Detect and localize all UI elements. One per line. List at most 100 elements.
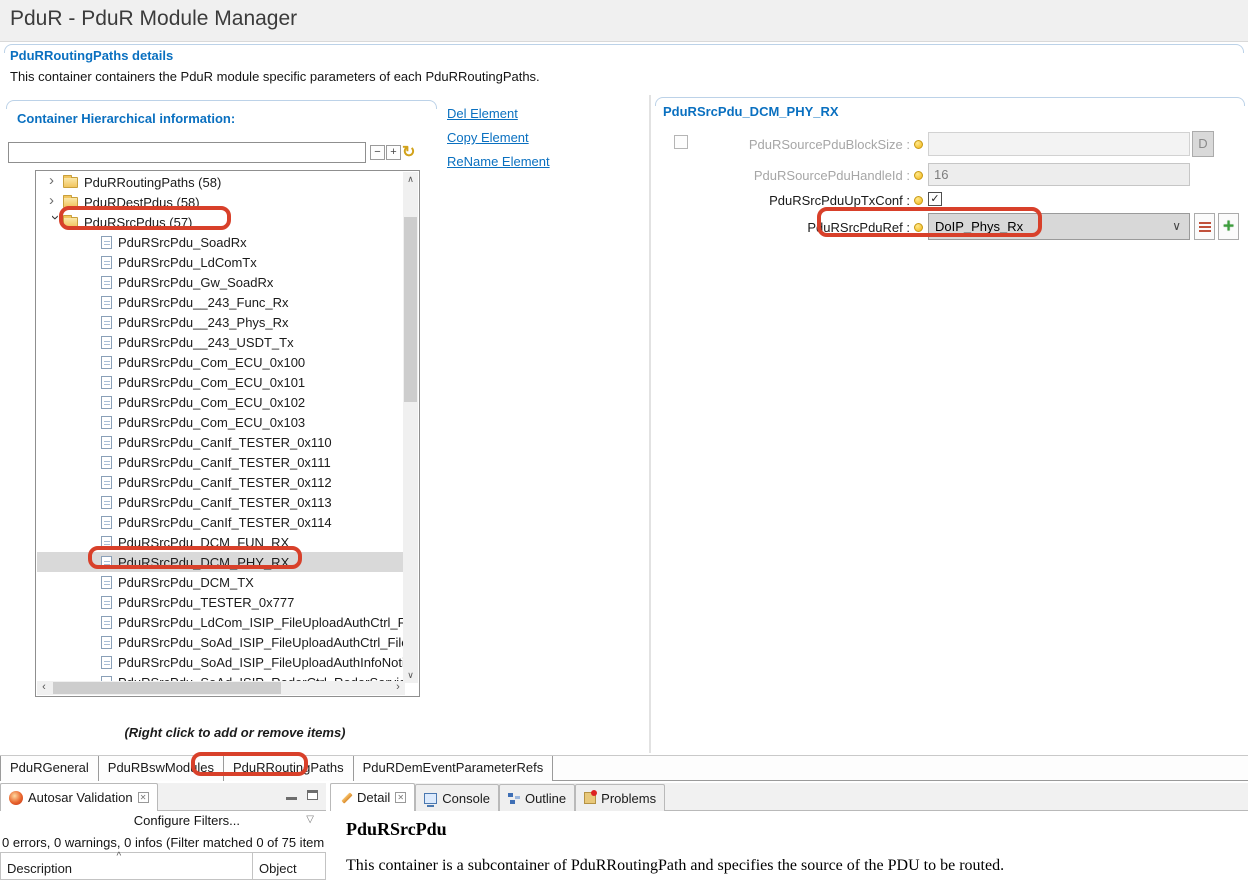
column-header-description[interactable]: ^ Description	[0, 852, 252, 880]
column-header-object[interactable]: Object	[252, 852, 326, 880]
file-icon	[101, 536, 112, 549]
tree-item[interactable]: ›PduRRoutingPaths (58)	[37, 172, 404, 192]
expand-all-icon[interactable]: +	[386, 145, 401, 160]
chevron-right-icon[interactable]: ›	[49, 195, 61, 207]
tree: ›PduRRoutingPaths (58)›PduRDestPdus (58)…	[37, 172, 404, 683]
tree-vertical-scrollbar[interactable]: ∧ ∨	[403, 172, 418, 683]
tab-problems[interactable]: Problems	[575, 784, 665, 812]
tree-item-label: PduRSrcPdu_CanIf_TESTER_0x114	[118, 515, 332, 530]
tree-item-label: PduRSrcPdu_SoadRx	[118, 235, 247, 250]
tab-console[interactable]: Console	[415, 784, 499, 812]
file-icon	[101, 256, 112, 269]
tree-item[interactable]: PduRSrcPdu_Com_ECU_0x103	[37, 412, 404, 432]
browse-list-button[interactable]	[1194, 213, 1215, 240]
tree-item[interactable]: ›PduRDestPdus (58)	[37, 192, 404, 212]
tree-item[interactable]: PduRSrcPdu_SoAd_ISIP_FileUploadAuthCtrl_…	[37, 632, 404, 652]
link-rename-element[interactable]: ReName Element	[447, 154, 550, 169]
problems-icon	[584, 792, 596, 804]
file-icon	[101, 436, 112, 449]
tab-pdurdemeventparameterrefs[interactable]: PduRDemEventParameterRefs	[354, 756, 554, 781]
file-icon	[101, 296, 112, 309]
chevron-down-icon[interactable]: ∨	[1172, 214, 1181, 239]
tree-item[interactable]: PduRSrcPdu_Gw_SoadRx	[37, 272, 404, 292]
detail-content: PduRSrcPdu This container is a subcontai…	[330, 811, 1248, 880]
tab-pdurbswmodules[interactable]: PduRBswModules	[99, 756, 224, 781]
validation-table-header: ^ Description Object	[0, 852, 326, 880]
tree-item[interactable]: PduRSrcPdu_LdCom_ISIP_FileUploadAuthCtrl…	[37, 612, 404, 632]
details-section-description: This container containers the PduR modul…	[10, 69, 540, 84]
tree-item-label: PduRSrcPdu_DCM_FUN_RX	[118, 535, 289, 550]
tab-outline[interactable]: Outline	[499, 784, 575, 812]
tree-item[interactable]: PduRSrcPdu__243_Func_Rx	[37, 292, 404, 312]
configure-filters-button[interactable]: Configure Filters...	[134, 813, 240, 828]
tab-pdurroutingpaths[interactable]: PduRRoutingPaths	[224, 756, 354, 781]
link-copy-element[interactable]: Copy Element	[447, 130, 550, 145]
tree-horizontal-scrollbar[interactable]: ‹ ›	[37, 681, 405, 695]
tree-item[interactable]: PduRSrcPdu__243_Phys_Rx	[37, 312, 404, 332]
file-icon	[101, 356, 112, 369]
validation-toolbar: Configure Filters... ▽	[0, 813, 326, 833]
file-icon	[101, 496, 112, 509]
container-section-border	[6, 100, 437, 109]
chevron-down-icon[interactable]: ›	[49, 215, 61, 227]
srcpduref-combobox[interactable]: DoIP_Phys_Rx ∨	[928, 213, 1190, 240]
folder-icon	[63, 217, 78, 228]
validation-panel: Autosar Validation ✕ Configure Filters..…	[0, 783, 326, 880]
collapse-all-icon[interactable]: −	[370, 145, 385, 160]
tree-item[interactable]: PduRSrcPdu_CanIf_TESTER_0x110	[37, 432, 404, 452]
tree-item[interactable]: PduRSrcPdu_CanIf_TESTER_0x113	[37, 492, 404, 512]
tree-item[interactable]: PduRSrcPdu_SoadRx	[37, 232, 404, 252]
scroll-left-icon[interactable]: ‹	[37, 681, 51, 695]
tree-item[interactable]: PduRSrcPdu_SoAd_ISIP_FileUploadAuthInfoN…	[37, 652, 404, 672]
tree-item[interactable]: PduRSrcPdu_DCM_TX	[37, 572, 404, 592]
tree-filter-input[interactable]	[8, 142, 366, 163]
file-icon	[101, 456, 112, 469]
close-icon[interactable]: ✕	[395, 792, 406, 803]
blocksize-input[interactable]	[928, 132, 1190, 156]
default-button[interactable]: D	[1192, 131, 1214, 157]
maximize-icon[interactable]	[307, 790, 318, 800]
tree-item[interactable]: PduRSrcPdu_DCM_PHY_RX	[37, 552, 404, 572]
tree-item[interactable]: PduRSrcPdu_Com_ECU_0x102	[37, 392, 404, 412]
scroll-down-icon[interactable]: ∨	[403, 668, 418, 683]
tree-item[interactable]: ›PduRSrcPdus (57)	[37, 212, 404, 232]
file-icon	[101, 376, 112, 389]
tree-item[interactable]: PduRSrcPdu_Com_ECU_0x101	[37, 372, 404, 392]
plus-icon: +	[1223, 216, 1234, 237]
scroll-up-icon[interactable]: ∧	[403, 172, 418, 187]
tree-item-label: PduRSrcPdu_TESTER_0x777	[118, 595, 294, 610]
tree-item[interactable]: PduRSrcPdu_TESTER_0x777	[37, 592, 404, 612]
tab-autosar-validation[interactable]: Autosar Validation ✕	[0, 783, 158, 811]
refresh-icon[interactable]: ↻	[402, 142, 415, 162]
tree-item[interactable]: PduRSrcPdu_Com_ECU_0x100	[37, 352, 404, 372]
list-icon	[1199, 222, 1211, 232]
handleid-input[interactable]	[928, 163, 1190, 186]
scroll-right-icon[interactable]: ›	[391, 681, 405, 695]
vertical-scroll-thumb[interactable]	[404, 217, 417, 402]
tree-item[interactable]: PduRSrcPdu_CanIf_TESTER_0x111	[37, 452, 404, 472]
add-reference-button[interactable]: +	[1218, 213, 1239, 240]
tree-item[interactable]: PduRSrcPdu_CanIf_TESTER_0x112	[37, 472, 404, 492]
detail-heading: PduRSrcPdu	[346, 819, 447, 840]
close-icon[interactable]: ✕	[138, 792, 149, 803]
uptxconf-checkbox[interactable]: ✓	[928, 192, 942, 206]
lightbulb-icon	[914, 171, 923, 180]
tree-item[interactable]: PduRSrcPdu__243_USDT_Tx	[37, 332, 404, 352]
validation-summary: 0 errors, 0 warnings, 0 infos (Filter ma…	[2, 835, 326, 850]
view-menu-icon[interactable]: ▽	[306, 814, 314, 825]
file-icon	[101, 316, 112, 329]
horizontal-scroll-thumb[interactable]	[53, 682, 281, 694]
tree-item-label: PduRSrcPdu_DCM_PHY_RX	[118, 555, 289, 570]
tree-item[interactable]: PduRSrcPdu_LdComTx	[37, 252, 404, 272]
file-icon	[101, 556, 112, 569]
minimize-icon[interactable]	[286, 790, 297, 800]
chevron-right-icon[interactable]: ›	[49, 175, 61, 187]
tree-item[interactable]: PduRSrcPdu_CanIf_TESTER_0x114	[37, 512, 404, 532]
tree-item[interactable]: PduRSrcPdu_DCM_FUN_RX	[37, 532, 404, 552]
link-del-element[interactable]: Del Element	[447, 106, 550, 121]
outline-icon	[508, 792, 520, 804]
tree-item-label: PduRSrcPdu_Gw_SoadRx	[118, 275, 273, 290]
tab-detail[interactable]: Detail✕	[330, 783, 415, 811]
tab-pdurgeneral[interactable]: PduRGeneral	[0, 756, 99, 781]
lightbulb-icon	[914, 196, 923, 205]
